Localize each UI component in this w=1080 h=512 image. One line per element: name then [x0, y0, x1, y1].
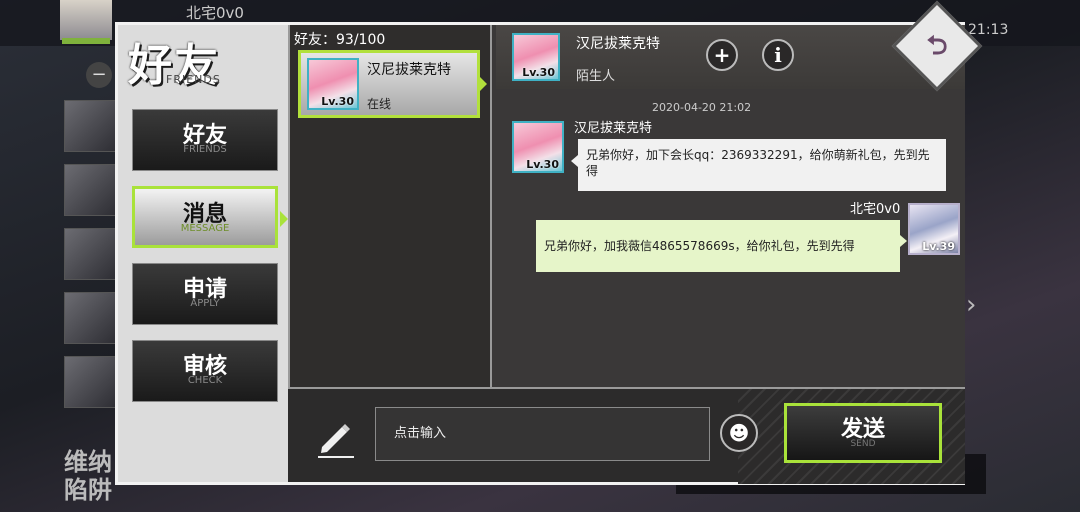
- background-right-arrow-icon: ›: [966, 290, 977, 320]
- return-arrow-icon[interactable]: ⮌: [916, 25, 958, 67]
- composer-bar: 点击输入 ☻ 发送 SEND: [288, 387, 965, 484]
- friend-name: 汉尼拔莱克特: [367, 62, 451, 78]
- chat-partner-relation: 陌生人: [576, 69, 616, 84]
- background-tile: [64, 100, 118, 152]
- selected-friend-pointer-icon: [480, 77, 487, 91]
- background-clock: 21:13: [968, 22, 1009, 38]
- background-tile: [64, 292, 118, 344]
- message-sender-name: 汉尼拔莱克特: [574, 121, 653, 136]
- message-timestamp: 2020-04-20 21:02: [652, 101, 752, 114]
- friends-dialog: 好友 FRIENDS 好友 FRIENDS 消息 MESSAGE 申请 APPL…: [115, 22, 965, 485]
- sidebar: 好友 FRIENDS 好友 FRIENDS 消息 MESSAGE 申请 APPL…: [118, 25, 288, 482]
- emoji-button[interactable]: ☻: [720, 414, 758, 452]
- message-sender-avatar[interactable]: Lv.30: [512, 121, 564, 173]
- message-self-name: 北宅0v0: [850, 202, 901, 217]
- dialog-title-en: FRIENDS: [166, 73, 221, 86]
- chat-header: Lv.30 汉尼拔莱克特 陌生人 + i: [496, 25, 965, 89]
- chat-partner-avatar[interactable]: Lv.30: [512, 33, 560, 81]
- message-input[interactable]: 点击输入: [375, 407, 710, 461]
- friend-level: Lv.30: [321, 95, 354, 108]
- pencil-icon[interactable]: [314, 417, 356, 459]
- tab-sublabel: FRIENDS: [183, 144, 227, 155]
- chat-partner-level: Lv.30: [522, 66, 555, 79]
- background-minus-icon: −: [86, 62, 112, 88]
- message-sender-level: Lv.30: [526, 158, 559, 171]
- friend-status: 在线: [367, 97, 392, 111]
- info-icon: i: [774, 43, 782, 67]
- friend-list-item[interactable]: Lv.30 汉尼拔莱克特 在线: [298, 50, 480, 118]
- plus-icon: +: [713, 43, 731, 67]
- tab-friends[interactable]: 好友 FRIENDS: [132, 109, 278, 171]
- background-banner-line2: 陷阱: [64, 476, 112, 504]
- background-team-list: [64, 100, 118, 420]
- friend-list-pane: 好友：93/100 Lv.30 汉尼拔莱克特 在线: [288, 25, 492, 387]
- tab-message[interactable]: 消息 MESSAGE: [132, 186, 278, 248]
- message-self-level: Lv.39: [922, 240, 955, 253]
- friend-count: 好友：93/100: [294, 32, 386, 48]
- add-friend-button[interactable]: +: [706, 39, 738, 71]
- bubble-tail: [900, 235, 907, 247]
- friend-avatar: Lv.30: [307, 58, 359, 110]
- background-tile: [64, 164, 118, 216]
- background-player-name: 北宅0v0: [186, 4, 244, 22]
- background-banner-text: 维纳 陷阱: [64, 448, 112, 504]
- active-tab-pointer-icon: [280, 211, 288, 227]
- send-sublabel: SEND: [850, 439, 876, 449]
- chat-partner-name: 汉尼拔莱克特: [576, 36, 660, 52]
- message-self-avatar[interactable]: Lv.39: [908, 203, 960, 255]
- background-banner-line1: 维纳: [64, 448, 112, 476]
- tab-apply[interactable]: 申请 APPLY: [132, 263, 278, 325]
- smiley-icon: ☻: [728, 421, 750, 445]
- background-player-avatar: [60, 0, 112, 40]
- background-tile: [64, 356, 118, 408]
- tab-sublabel: APPLY: [190, 298, 220, 309]
- background-tile: [64, 228, 118, 280]
- message-bubble-outgoing: 兄弟你好，加我薇信4865578669s，给你礼包，先到先得: [536, 220, 900, 272]
- tab-sublabel: MESSAGE: [180, 223, 230, 234]
- bubble-tail: [571, 155, 578, 167]
- tab-check[interactable]: 审核 CHECK: [132, 340, 278, 402]
- send-button[interactable]: 发送 SEND: [784, 403, 942, 463]
- chat-pane: Lv.30 汉尼拔莱克特 陌生人 + i 2020-04-20 21:02 Lv…: [492, 25, 965, 387]
- message-bubble-incoming: 兄弟你好，加下会长qq：2369332291，给你萌新礼包，先到先得: [578, 139, 946, 191]
- info-button[interactable]: i: [762, 39, 794, 71]
- tab-sublabel: CHECK: [187, 375, 223, 386]
- background-hp-bar: [62, 38, 110, 44]
